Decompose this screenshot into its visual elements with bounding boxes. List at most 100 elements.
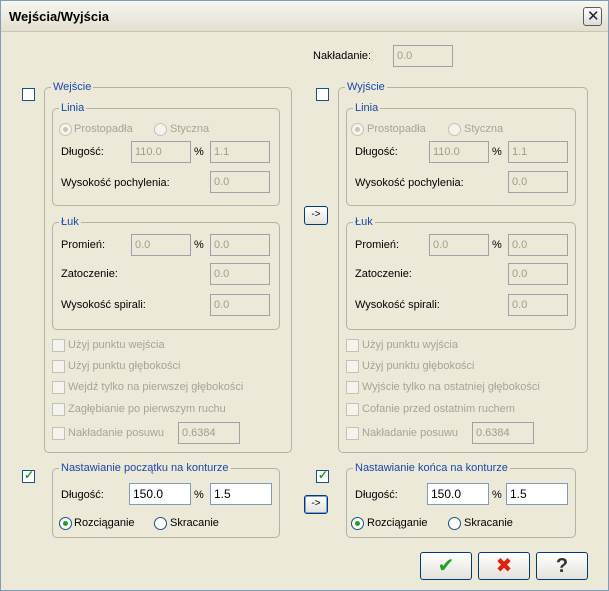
exit-option-label: Cofanie przed ostatnim ruchem — [362, 403, 515, 415]
exit-option-checkbox[interactable] — [346, 403, 359, 416]
window-title: Wejścia/Wyjścia — [9, 9, 109, 24]
entry-arc-title: Łuk — [59, 216, 81, 229]
exit-feed-overlap-field[interactable]: 0.6384 — [472, 422, 534, 444]
exit-option-label: Wyjście tylko na ostatniej głębokości — [362, 381, 540, 393]
start-adjust-title: Nastawianie początku na konturze — [59, 462, 231, 475]
start-adjust-checkbox[interactable] — [22, 468, 35, 483]
exit-option-checkbox[interactable] — [346, 381, 359, 394]
entry-option-label: Użyj punktu wejścia — [68, 339, 165, 351]
close-button[interactable]: ✕ — [583, 7, 602, 26]
entry-option-label: Użyj punktu głębokości — [68, 360, 181, 372]
exit-option-checkbox[interactable] — [346, 339, 359, 352]
close-icon: ✕ — [587, 8, 600, 25]
dialog-window: Wejścia/Wyjścia ✕ Nakładanie: 0.0 Wejści… — [0, 0, 609, 591]
entry-length-label: Długość: — [61, 146, 104, 158]
entry-option-label: Zagłębianie po pierwszym ruchu — [68, 403, 226, 415]
exit-group-title: Wyjście — [345, 81, 387, 94]
entry-feed-overlap-field[interactable]: 0.6384 — [178, 422, 240, 444]
end-length-percent: % — [492, 489, 502, 501]
entry-option-checkbox[interactable] — [52, 360, 65, 373]
exit-radius-field[interactable]: 0.0 — [429, 234, 489, 256]
overlap-label: Nakładanie: — [313, 50, 372, 62]
entry-length-percent: % — [194, 146, 204, 158]
entry-option-label: Nakładanie posuwu — [68, 427, 165, 439]
entry-spiral-label: Wysokość spirali: — [61, 299, 146, 311]
exit-radio-perpendicular[interactable] — [351, 123, 364, 136]
entry-option-checkbox[interactable] — [52, 339, 65, 352]
entry-group-title: Wejście — [51, 81, 94, 94]
exit-radius-pct-field[interactable]: 0.0 — [508, 234, 568, 256]
entry-option-checkbox[interactable] — [52, 381, 65, 394]
exit-spiral-field[interactable]: 0.0 — [508, 294, 568, 316]
entry-line-title: Linia — [59, 102, 87, 115]
entry-radius-pct-field[interactable]: 0.0 — [210, 234, 270, 256]
exit-length-field[interactable]: 110.0 — [429, 141, 489, 163]
entry-height-label: Wysokość pochylenia: — [61, 177, 170, 189]
cancel-button[interactable]: ✖ — [478, 552, 530, 580]
start-radio-shrink[interactable] — [154, 517, 167, 530]
exit-sweep-field[interactable]: 0.0 — [508, 263, 568, 285]
exit-option-label: Użyj punktu głębokości — [362, 360, 475, 372]
title-bar: Wejścia/Wyjścia ✕ — [1, 1, 608, 32]
overlap-field[interactable]: 0.0 — [393, 45, 453, 67]
exit-radius-label: Promień: — [355, 239, 400, 251]
entry-length-field[interactable]: 110.0 — [131, 141, 191, 163]
end-adjust-checkbox[interactable] — [316, 468, 329, 483]
entry-radius-label: Promień: — [61, 239, 106, 251]
entry-radio-perpendicular[interactable] — [59, 123, 72, 136]
copy-entry-to-exit-button[interactable]: -> — [304, 206, 328, 225]
end-length-field[interactable]: 150.0 — [427, 483, 489, 505]
entry-height-field[interactable]: 0.0 — [210, 171, 270, 193]
exit-spiral-label: Wysokość spirali: — [355, 299, 440, 311]
start-length-label: Długość: — [61, 489, 104, 501]
end-length-pct-field[interactable]: 1.5 — [506, 483, 568, 505]
question-mark-icon: ? — [555, 555, 569, 577]
exit-length-pct-field[interactable]: 1.1 — [508, 141, 568, 163]
entry-sweep-field[interactable]: 0.0 — [210, 263, 270, 285]
copy-start-to-end-button[interactable]: -> — [304, 495, 328, 514]
end-radio-stretch[interactable] — [351, 517, 364, 530]
ok-button[interactable]: ✔ — [420, 552, 472, 580]
entry-option-checkbox[interactable] — [52, 403, 65, 416]
start-length-percent: % — [194, 489, 204, 501]
exit-option-checkbox[interactable] — [346, 427, 359, 440]
exit-length-percent: % — [492, 146, 502, 158]
exit-height-field[interactable]: 0.0 — [508, 171, 568, 193]
entry-checkbox[interactable] — [22, 88, 35, 101]
start-radio-stretch-label: Rozciąganie — [74, 517, 135, 529]
exit-arc-title: Łuk — [353, 216, 375, 229]
exit-line-title: Linia — [353, 102, 381, 115]
exit-sweep-label: Zatoczenie: — [355, 268, 412, 280]
entry-spiral-field[interactable]: 0.0 — [210, 294, 270, 316]
red-x-icon: ✖ — [495, 555, 513, 577]
entry-radio-perpendicular-label: Prostopadła — [74, 123, 133, 135]
exit-radio-tangent-label: Styczna — [464, 123, 504, 135]
exit-checkbox[interactable] — [316, 88, 329, 101]
end-adjust-title: Nastawianie końca na konturze — [353, 462, 510, 475]
exit-radio-tangent[interactable] — [448, 123, 461, 136]
exit-height-label: Wysokość pochylenia: — [355, 177, 464, 189]
end-radio-shrink-label: Skracanie — [464, 517, 513, 529]
entry-radius-field[interactable]: 0.0 — [131, 234, 191, 256]
end-radio-shrink[interactable] — [448, 517, 461, 530]
end-radio-stretch-label: Rozciąganie — [367, 517, 428, 529]
exit-radius-percent: % — [492, 239, 502, 251]
start-length-field[interactable]: 150.0 — [129, 483, 191, 505]
start-radio-stretch[interactable] — [59, 517, 72, 530]
end-length-label: Długość: — [355, 489, 398, 501]
checkmark-icon: ✔ — [437, 555, 455, 577]
exit-option-label: Użyj punktu wyjścia — [362, 339, 458, 351]
entry-length-pct-field[interactable]: 1.1 — [210, 141, 270, 163]
start-length-pct-field[interactable]: 1.5 — [210, 483, 272, 505]
entry-sweep-label: Zatoczenie: — [61, 268, 118, 280]
help-button[interactable]: ? — [536, 552, 588, 580]
start-radio-shrink-label: Skracanie — [170, 517, 219, 529]
exit-option-label: Nakładanie posuwu — [362, 427, 459, 439]
entry-radio-tangent-label: Styczna — [170, 123, 210, 135]
exit-length-label: Długość: — [355, 146, 398, 158]
exit-radio-perpendicular-label: Prostopadła — [367, 123, 426, 135]
exit-option-checkbox[interactable] — [346, 360, 359, 373]
entry-radio-tangent[interactable] — [154, 123, 167, 136]
entry-radius-percent: % — [194, 239, 204, 251]
entry-option-checkbox[interactable] — [52, 427, 65, 440]
